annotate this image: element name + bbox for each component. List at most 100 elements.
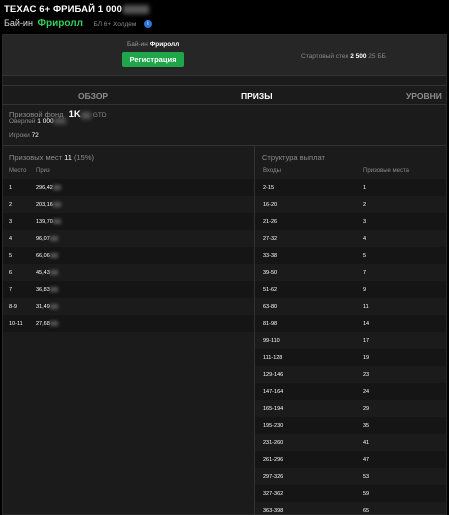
prize-cell: 203,16: [36, 202, 61, 208]
prize-places-count: 11: [64, 153, 72, 162]
start-stack-unit: 25 ББ: [368, 53, 386, 60]
overlay-label: Оверлей: [9, 118, 36, 125]
tab-overview[interactable]: ОБЗОР: [78, 91, 108, 101]
places-cell: 53: [363, 474, 370, 480]
entries-cell: 2-15: [263, 185, 275, 191]
place-cell: 2: [9, 202, 13, 208]
tab-prizes[interactable]: ПРИЗЫ: [241, 91, 273, 101]
entries-cell: 297-326: [263, 474, 284, 480]
entries-cell: 27-32: [263, 236, 278, 242]
buyin-value: Фриролл: [37, 18, 83, 29]
lobby-tabs: ОБЗОР ПРИЗЫ УРОВНИ: [3, 85, 446, 105]
entries-cell: 39-50: [263, 270, 278, 276]
places-cell: 3: [363, 219, 367, 225]
places-cell: 59: [363, 491, 370, 497]
table-row: 261-296 47: [255, 451, 446, 468]
prize-value: 96,07: [36, 236, 50, 242]
places-cell: 1: [363, 185, 367, 191]
table-row: 81-98 14: [255, 315, 446, 332]
prize-cell: 36,83: [36, 287, 58, 293]
tournament-header: ТЕХАС 6+ ФРИБАЙ 1 000 Бай-ин Фриролл БЛ …: [0, 0, 449, 34]
places-cell: 5: [363, 253, 367, 259]
info-icon[interactable]: i: [143, 19, 152, 28]
register-button[interactable]: Регистрация: [122, 52, 184, 67]
entries-cell: 21-26: [263, 219, 278, 225]
prize-cell: 45,43: [36, 270, 58, 276]
table-row: 16-20 2: [255, 196, 446, 213]
players-value: 72: [31, 132, 39, 139]
tab-levels[interactable]: УРОВНИ: [406, 91, 442, 101]
table-row: 51-62 9: [255, 281, 446, 298]
prize-pool-suffix: GTD: [92, 112, 107, 119]
places-cell: 19: [363, 355, 370, 361]
table-row: 10-11 27,68: [3, 315, 254, 332]
places-cell: 65: [363, 508, 370, 514]
prize-value: 66,06: [36, 253, 50, 259]
blurred-text: [123, 4, 150, 14]
entries-cell: 99-110: [263, 338, 280, 344]
players-label: Игроки: [9, 132, 30, 139]
places-cell: 9: [363, 287, 367, 293]
table-row: 6 45,43: [3, 264, 254, 281]
table-row: 129-146 23: [255, 366, 446, 383]
places-cell: 41: [363, 440, 370, 446]
entries-cell: 363-398: [263, 508, 284, 514]
col-place-header: Место: [9, 168, 27, 174]
places-cell: 2: [363, 202, 367, 208]
table-row: 111-128 19: [255, 349, 446, 366]
prize-value: 31,49: [36, 304, 50, 310]
entries-cell: 81-98: [263, 321, 278, 327]
places-cell: 23: [363, 372, 370, 378]
blurred-text: [49, 253, 58, 259]
places-cell: 4: [363, 236, 367, 242]
prize-table: 1 296,42 2 203,16 3 139,70 4 96,07 5 66,06 64…: [3, 179, 254, 332]
registration-panel: Бай-ин Фриролл Регистрация Стартовый сте…: [3, 35, 446, 76]
table-row: 3 139,70: [3, 213, 254, 230]
registration-buyin-value: Фриролл: [149, 41, 180, 48]
tournament-subtitle: Бай-ин Фриролл БЛ 6+ Холдем i: [4, 18, 152, 29]
blurred-text: [52, 185, 61, 191]
start-stack-label: Стартовый стек: [301, 53, 349, 60]
prize-cell: 96,07: [36, 236, 58, 242]
registration-buyin: Бай-ин Фриролл: [127, 41, 179, 48]
table-row: 7 36,83: [3, 281, 254, 298]
table-row: 8-9 31,49: [3, 298, 254, 315]
payout-structure-heading: Структура выплат: [262, 153, 325, 162]
prize-cell: 31,49: [36, 304, 58, 310]
place-cell: 8-9: [9, 304, 17, 310]
prize-places-pct: (15%): [73, 153, 94, 162]
places-cell: 24: [363, 389, 370, 395]
blurred-text: [49, 236, 58, 242]
payout-table: 2-15 1 16-20 2 21-26 3 27-32 4 33-38 5 39-50 7…: [255, 179, 446, 515]
places-cell: 29: [363, 406, 370, 412]
prize-pool-value: 1K: [68, 109, 81, 120]
blurred-text: [49, 287, 58, 293]
blurred-text: [52, 219, 61, 225]
registration-buyin-label: Бай-ин: [127, 41, 148, 48]
game-type-label: БЛ 6+ Холдем: [93, 21, 137, 28]
entries-cell: 16-20: [263, 202, 278, 208]
place-cell: 4: [9, 236, 13, 242]
entries-cell: 51-62: [263, 287, 278, 293]
table-row: 297-326 53: [255, 468, 446, 485]
entries-cell: 165-194: [263, 406, 284, 412]
places-cell: 11: [363, 304, 369, 310]
place-cell: 7: [9, 287, 13, 293]
blurred-text: [49, 304, 58, 310]
blurred-text: [80, 111, 91, 119]
table-row: 4 96,07: [3, 230, 254, 247]
blurred-text: [52, 202, 61, 208]
prize-value: 203,16: [36, 202, 53, 208]
place-cell: 3: [9, 219, 13, 225]
places-cell: 47: [363, 457, 370, 463]
table-row: 195-230 35: [255, 417, 446, 434]
tournament-title: ТЕХАС 6+ ФРИБАЙ 1 000: [4, 4, 150, 15]
prize-places-label: Призовых мест: [9, 153, 62, 162]
prize-value: 27,68: [36, 321, 50, 327]
prize-value: 36,83: [36, 287, 50, 293]
buyin-label: Бай-ин: [4, 18, 33, 28]
blurred-text: [53, 118, 66, 125]
table-row: 99-110 17: [255, 332, 446, 349]
table-row: 1 296,42: [3, 179, 254, 196]
entries-cell: 231-260: [263, 440, 284, 446]
